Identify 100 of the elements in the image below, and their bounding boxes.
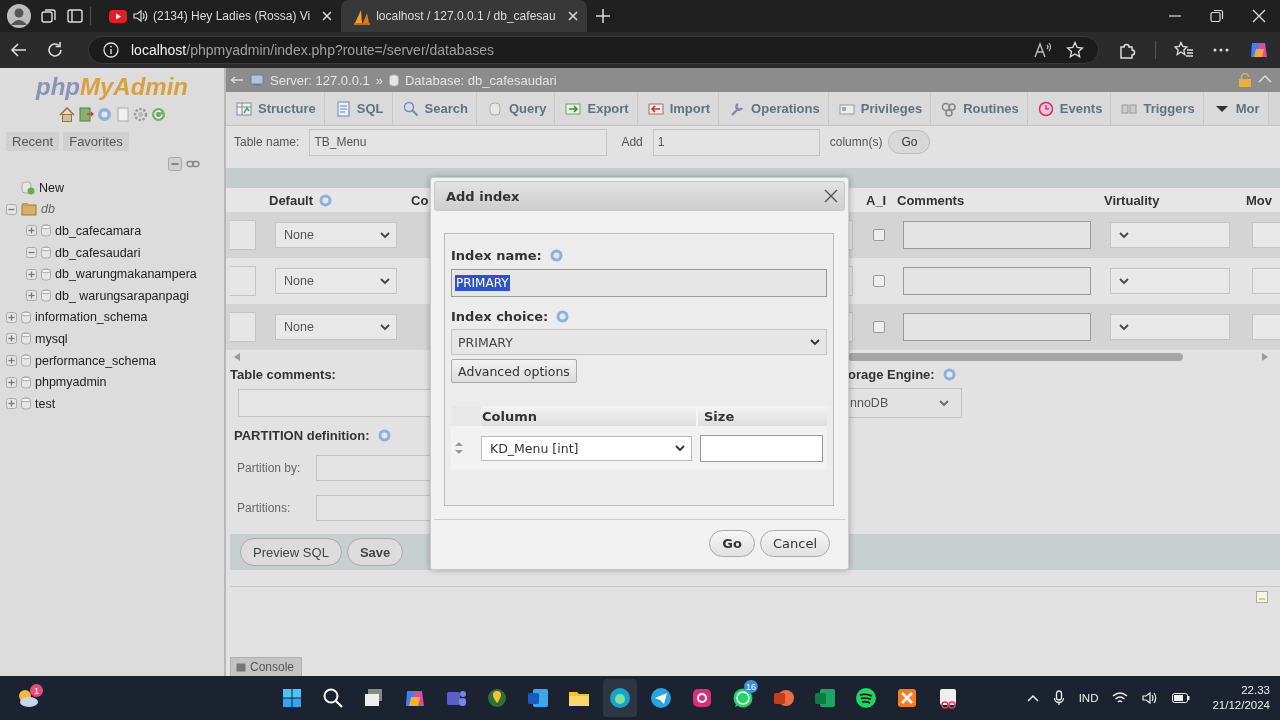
menu-tab[interactable]: SQL: [324, 92, 393, 125]
text-field[interactable]: [1252, 314, 1280, 340]
microphone-icon[interactable]: [1052, 690, 1065, 706]
note-icon[interactable]: [1256, 591, 1268, 603]
default-select[interactable]: None: [275, 222, 397, 248]
tree-item[interactable]: New: [39, 180, 64, 195]
size-field[interactable]: [700, 434, 823, 462]
tree-toggle-icon[interactable]: [6, 398, 17, 410]
refresh-icon[interactable]: [46, 41, 64, 59]
preview-sql-button[interactable]: Preview SQL: [240, 538, 342, 566]
close-icon[interactable]: [321, 10, 334, 22]
advanced-options-button[interactable]: Advanced options: [451, 359, 577, 383]
clock-date[interactable]: 21/12/2024: [1212, 698, 1270, 713]
battery-icon[interactable]: [1172, 693, 1191, 703]
settings-icon[interactable]: [132, 107, 148, 122]
table-comments-field[interactable]: [238, 389, 430, 417]
favorites-icon[interactable]: [1174, 41, 1194, 59]
menu-tab[interactable]: Export: [555, 92, 638, 125]
drag-handle-icon[interactable]: [455, 442, 463, 454]
tree-item[interactable]: db: [41, 202, 55, 217]
taskbar-button[interactable]: 16: [726, 679, 760, 717]
taskbar-button[interactable]: [603, 679, 637, 717]
index-name-field[interactable]: PRIMARY: [451, 269, 827, 297]
menu-tab[interactable]: Search: [392, 92, 477, 125]
reload-icon[interactable]: [150, 107, 166, 122]
scroll-left-icon[interactable]: [233, 352, 241, 362]
index-choice-select[interactable]: PRIMARY: [451, 329, 827, 355]
tree-toggle-icon[interactable]: [26, 225, 37, 237]
tree-item[interactable]: db_cafecamara: [55, 224, 142, 238]
text-field[interactable]: [230, 266, 256, 296]
back-icon[interactable]: [10, 41, 28, 59]
browser-tab[interactable]: (2134) Hey Ladies (Rossa) Vi: [97, 0, 342, 32]
menu-tab[interactable]: Query: [476, 92, 556, 125]
tree-toggle-icon[interactable]: [26, 247, 37, 259]
sidebar-tab[interactable]: Recent: [6, 132, 60, 151]
more-icon[interactable]: [1212, 47, 1230, 53]
tree-item[interactable]: db_ warungsarapanpagi: [55, 288, 190, 303]
close-icon[interactable]: [566, 10, 579, 22]
menu-tab[interactable]: Operations: [719, 92, 829, 125]
checkbox[interactable]: [873, 275, 885, 287]
tree-item[interactable]: mysql: [35, 331, 68, 346]
menu-tab[interactable]: Privileges: [828, 92, 932, 125]
tree-item[interactable]: db_warungmakanampera: [55, 267, 197, 282]
avatar-icon[interactable]: [6, 3, 32, 29]
close-icon[interactable]: [1252, 9, 1266, 23]
logout-icon[interactable]: [77, 107, 94, 122]
language-indicator[interactable]: IND: [1078, 692, 1099, 704]
text-field[interactable]: [1252, 268, 1280, 294]
menu-tab[interactable]: Triggers: [1111, 92, 1204, 125]
address-bar[interactable]: localhost/phpmyadmin/index.php?route=/server/databases: [88, 36, 1099, 64]
tree-toggle-icon[interactable]: [6, 311, 17, 323]
workspaces-icon[interactable]: [40, 7, 58, 25]
close-button[interactable]: [824, 189, 838, 203]
comment-field[interactable]: [903, 221, 1091, 249]
default-select[interactable]: None: [275, 268, 397, 294]
menu-tab[interactable]: Structure: [226, 92, 325, 125]
restore-icon[interactable]: [1210, 9, 1224, 23]
text-field[interactable]: [1252, 222, 1280, 248]
home-icon[interactable]: [58, 107, 75, 122]
menu-tab[interactable]: Import: [637, 92, 720, 125]
browser-tab[interactable]: localhost / 127.0.0.1 / db_cafesau: [341, 0, 587, 32]
save-button[interactable]: Save: [346, 538, 404, 566]
text-field[interactable]: [230, 220, 256, 250]
scrollbar-thumb[interactable]: [848, 353, 1183, 361]
help-icon[interactable]: [96, 107, 112, 122]
tree-item[interactable]: test: [35, 396, 56, 411]
checkbox[interactable]: [873, 229, 885, 241]
vertical-tabs-icon[interactable]: [66, 7, 84, 25]
cancel-button[interactable]: Cancel: [759, 530, 830, 557]
text-field[interactable]: [230, 312, 256, 342]
comment-field[interactable]: [903, 267, 1091, 295]
tree-item[interactable]: performance_schema: [35, 353, 156, 368]
star-icon[interactable]: [1066, 41, 1084, 59]
tree-toggle-icon[interactable]: [26, 290, 37, 302]
new-tab-icon[interactable]: [594, 8, 611, 24]
wifi-icon[interactable]: [1112, 691, 1129, 705]
tree-item[interactable]: information_schema: [35, 310, 148, 325]
tree-toggle-icon[interactable]: [6, 333, 17, 345]
console-tab[interactable]: Console: [230, 657, 302, 676]
tree-toggle-icon[interactable]: [6, 355, 17, 367]
tree-toggle-icon[interactable]: [6, 376, 17, 388]
sidebar-tab[interactable]: Favorites: [63, 132, 129, 151]
go-button[interactable]: Go: [709, 530, 755, 557]
clock-time[interactable]: 22.33: [1241, 683, 1270, 698]
menu-tab[interactable]: Mor: [1203, 92, 1269, 125]
menu-tab[interactable]: Events: [1027, 92, 1112, 125]
tree-toggle-icon[interactable]: [6, 203, 17, 215]
chevron-up-icon[interactable]: [1026, 694, 1039, 702]
tree-item[interactable]: db_cafesaudari: [55, 245, 141, 260]
collapse-all-icon[interactable]: [168, 157, 182, 171]
table-name-field[interactable]: TB_Menu: [309, 128, 608, 156]
comment-field[interactable]: [903, 313, 1091, 341]
menu-tab[interactable]: Routines: [931, 92, 1028, 125]
volume-icon[interactable]: [1142, 691, 1159, 705]
partitions-field[interactable]: [316, 495, 430, 521]
checkbox[interactable]: [873, 321, 885, 333]
go-button[interactable]: Go: [888, 130, 931, 154]
scroll-right-icon[interactable]: [1261, 352, 1269, 362]
storage-engine-select[interactable]: nnoDB: [848, 388, 962, 418]
default-select[interactable]: None: [275, 314, 397, 340]
